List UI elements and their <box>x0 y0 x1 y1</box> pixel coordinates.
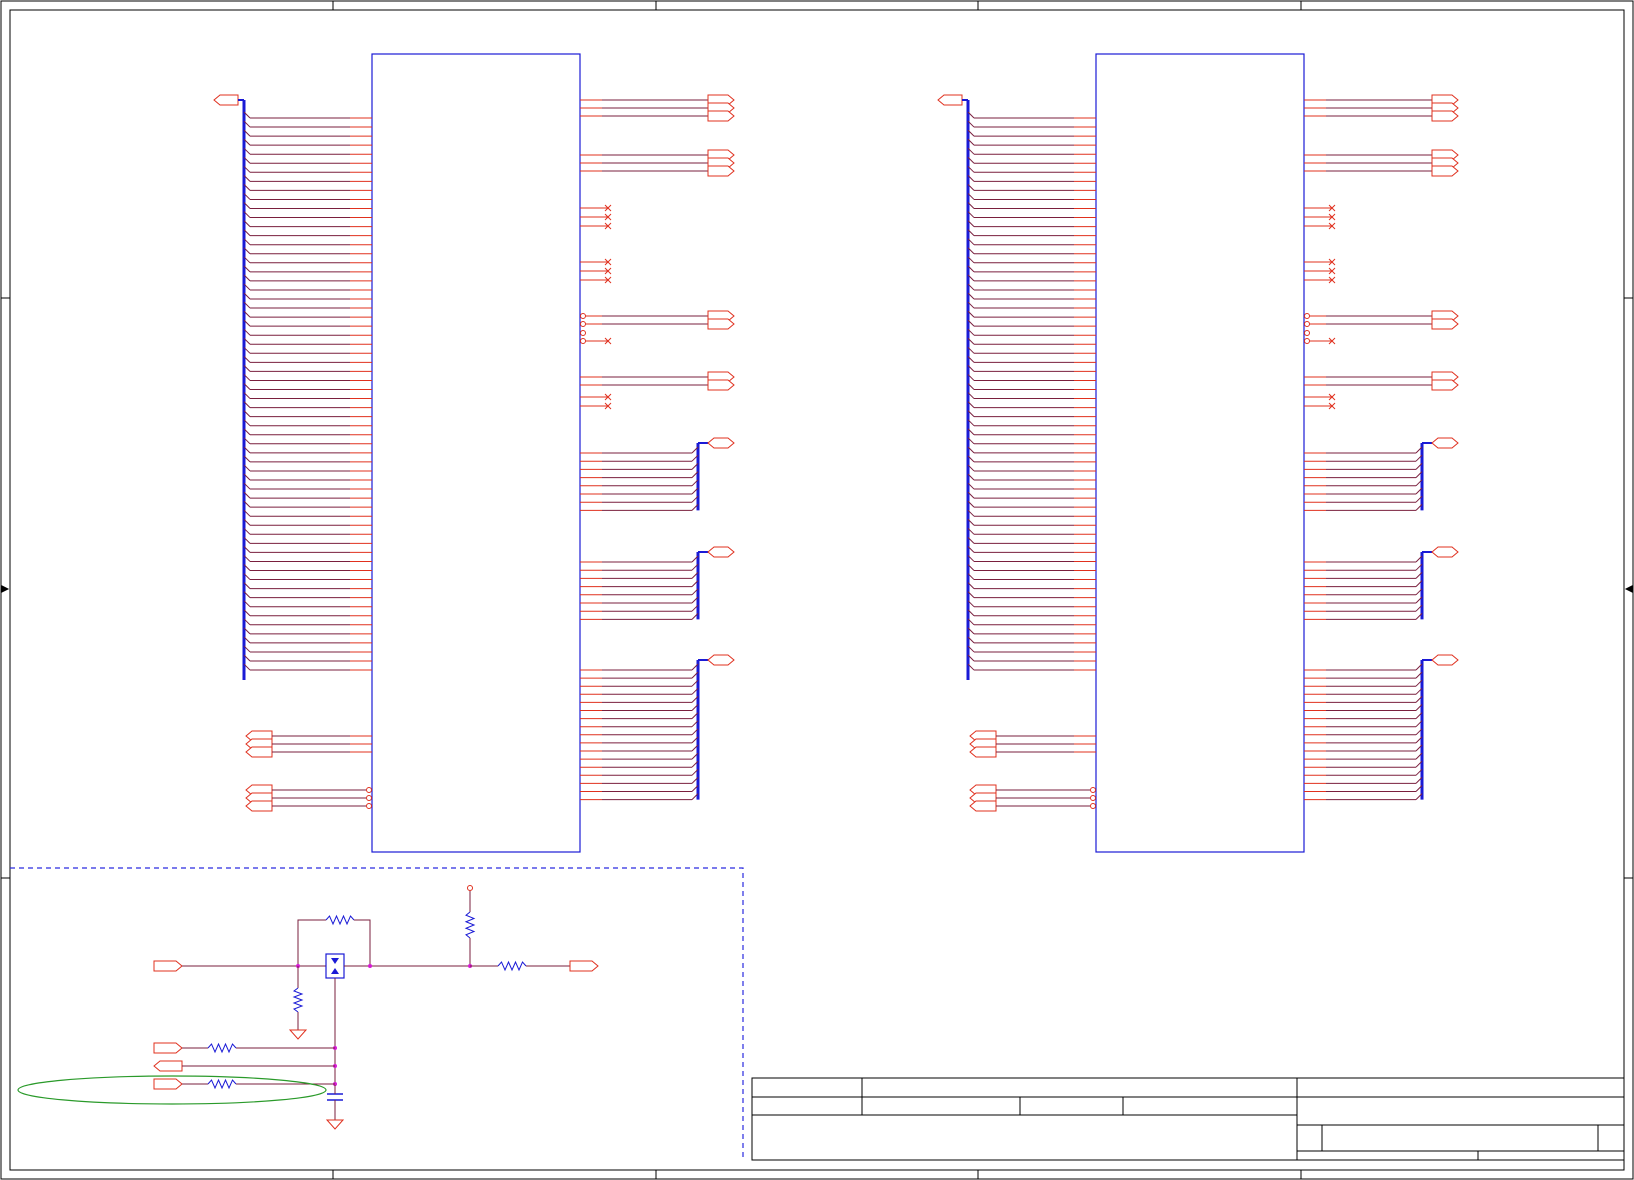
zone-marker-icon <box>1624 585 1633 593</box>
title-block-frame <box>751 1077 1625 1161</box>
port-flag-icon <box>153 1060 183 1072</box>
port-flag-icon <box>1431 165 1459 177</box>
inverted-pin-icon <box>1090 803 1096 809</box>
port-flag-icon <box>1431 110 1459 122</box>
port-flag-icon <box>707 546 735 558</box>
port-flag-icon <box>245 800 273 812</box>
port-flag-icon <box>937 94 963 106</box>
inverted-pin-icon <box>1090 787 1096 793</box>
ic-block-left <box>213 53 735 853</box>
inverted-pin-icon <box>1304 321 1310 327</box>
inverted-pin-icon <box>1304 313 1310 319</box>
inverted-pin-icon <box>580 313 586 319</box>
port-flag-icon <box>969 746 997 758</box>
inverted-pin-icon <box>366 803 372 809</box>
port-flag-icon <box>245 746 273 758</box>
inverted-pin-icon <box>1304 330 1310 336</box>
resistor-icon <box>207 1078 237 1090</box>
transistor-icon <box>325 953 345 979</box>
port-flag-icon <box>1431 318 1459 330</box>
ic-block-right <box>937 53 1459 853</box>
ic-body <box>371 53 581 853</box>
port-flag-icon <box>707 437 735 449</box>
port-flag-icon <box>707 110 735 122</box>
port-flag-icon <box>213 94 239 106</box>
ground-icon <box>325 1119 345 1130</box>
resistor-icon <box>464 911 476 939</box>
resistor-icon <box>497 960 527 972</box>
inverted-pin-icon <box>580 330 586 336</box>
title-block <box>751 1077 1625 1161</box>
port-flag-icon <box>1431 654 1459 666</box>
power-control-subcircuit <box>10 867 744 1158</box>
port-flag-icon <box>707 318 735 330</box>
zone-marker-icon <box>1 585 10 593</box>
resistor-icon <box>292 987 304 1013</box>
port-flag-icon <box>969 800 997 812</box>
region-boundary <box>10 867 744 1158</box>
resistor-icon <box>207 1042 237 1054</box>
junction-dot <box>368 964 372 968</box>
port-flag-icon <box>1431 437 1459 449</box>
power-pin-icon <box>467 885 473 891</box>
inverted-pin-icon <box>580 321 586 327</box>
resistor-icon <box>325 914 355 926</box>
ic-body <box>1095 53 1305 853</box>
port-flag-icon <box>707 379 735 391</box>
inverted-pin-icon <box>580 338 586 344</box>
port-flag-icon <box>707 654 735 666</box>
port-flag-icon <box>153 960 183 972</box>
port-flag-icon <box>153 1042 183 1054</box>
port-flag-icon <box>1431 379 1459 391</box>
port-flag-icon <box>1431 546 1459 558</box>
inverted-pin-icon <box>1090 795 1096 801</box>
inverted-pin-icon <box>1304 338 1310 344</box>
ground-icon <box>288 1029 308 1040</box>
port-flag-icon <box>569 960 599 972</box>
port-flag-icon <box>707 165 735 177</box>
port-flag-icon <box>153 1078 183 1090</box>
schematic-sheet <box>0 0 1634 1180</box>
capacitor-icon <box>327 1093 343 1101</box>
inverted-pin-icon <box>366 795 372 801</box>
inverted-pin-icon <box>366 787 372 793</box>
